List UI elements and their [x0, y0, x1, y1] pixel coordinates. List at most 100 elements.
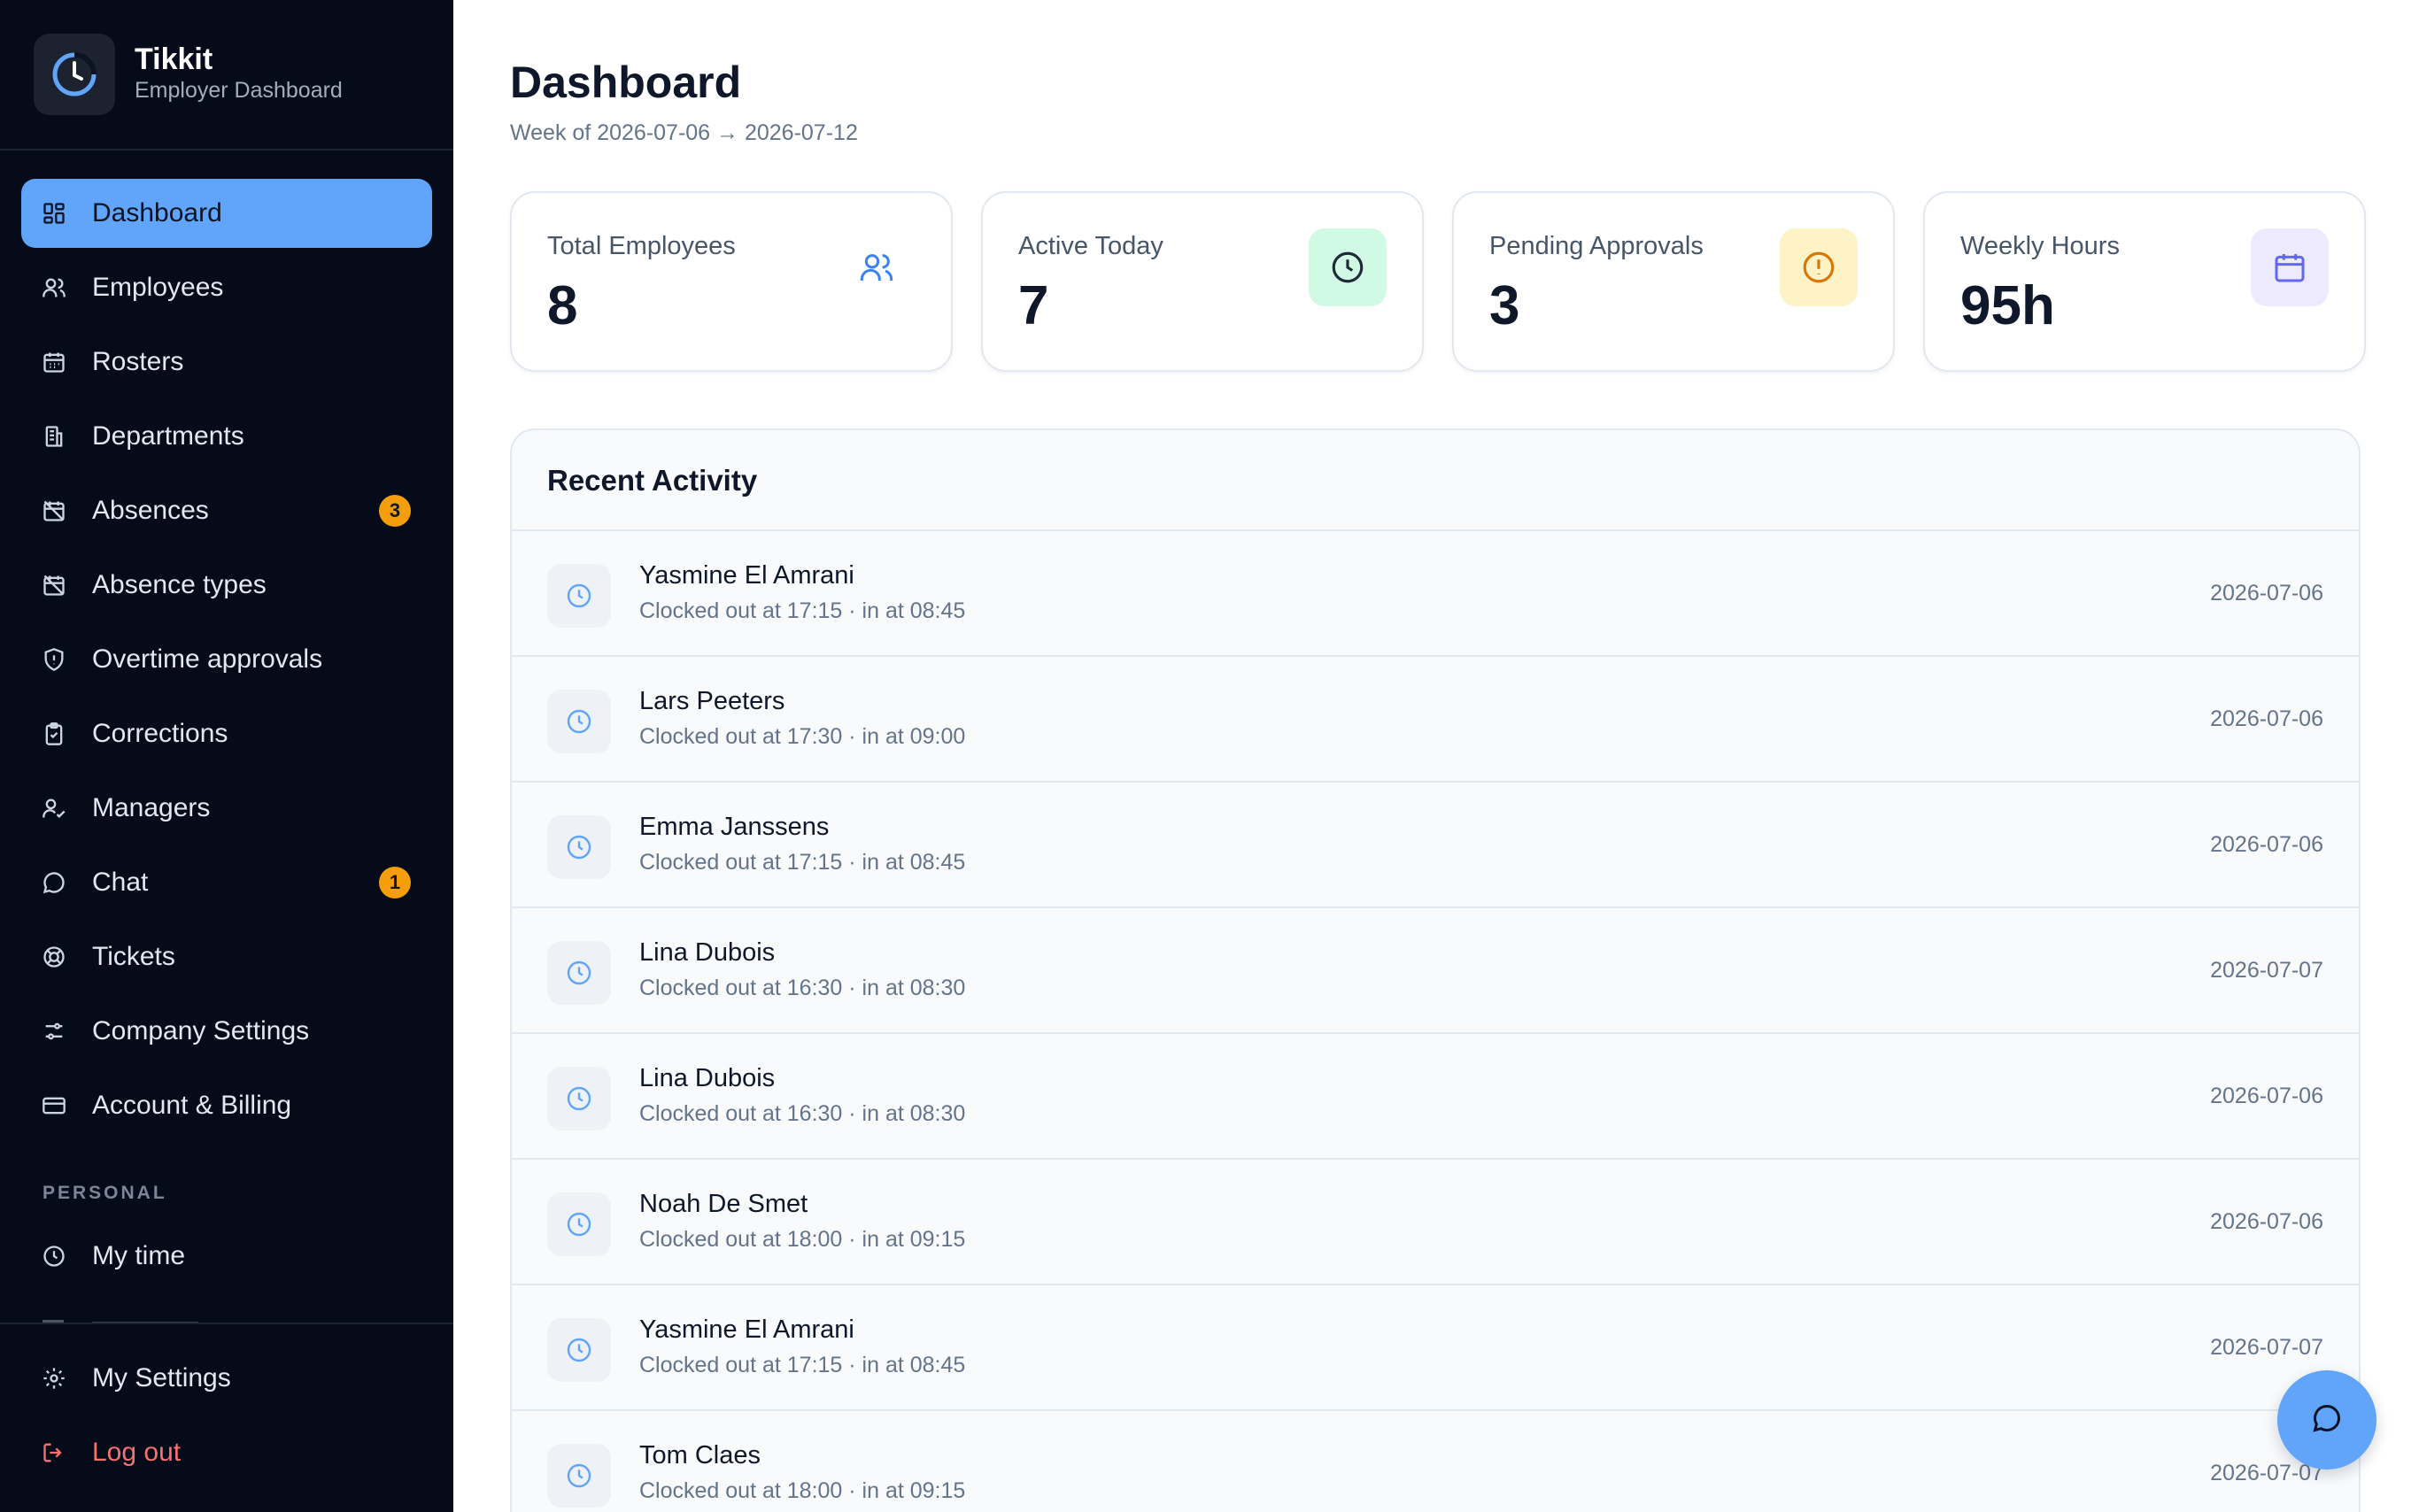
clock-icon	[547, 941, 611, 1005]
logout-button[interactable]: Log out	[21, 1418, 432, 1487]
employee-name: Tom Claes	[639, 1441, 761, 1470]
employee-name: Noah De Smet	[639, 1190, 808, 1218]
recent-activity-title: Recent Activity	[547, 464, 758, 497]
sidebar-item-dashboard[interactable]: Dashboard	[21, 179, 432, 248]
activity-date: 2026-07-07	[2210, 958, 2323, 983]
employee-name: Lina Dubois	[639, 938, 776, 967]
stat-card-total-employees: Total Employees 8	[510, 191, 953, 372]
sidebar-item-my-settings[interactable]: My Settings	[21, 1344, 432, 1413]
clock-icon	[547, 1067, 611, 1130]
sidebar-item-departments[interactable]: Departments	[21, 402, 432, 471]
stat-card-active-today: Active Today 7	[981, 191, 1424, 372]
employee-name: Yasmine El Amrani	[639, 561, 854, 590]
sidebar: Tikkit Employer Dashboard Dashboard Empl…	[0, 0, 453, 1512]
sidebar-item-overtime-approvals[interactable]: Overtime approvals	[21, 625, 432, 694]
logout-icon	[41, 1439, 67, 1466]
building-icon	[41, 423, 67, 450]
sidebar-item-label: Dashboard	[92, 198, 222, 228]
sidebar-item-label: My time	[92, 1241, 185, 1270]
shield-alert-icon	[41, 646, 67, 673]
activity-detail: Clocked out at 17:15 · in at 08:45	[639, 598, 966, 623]
stat-value: 3	[1489, 275, 1520, 336]
week-range: Week of 2026-07-06 → 2026-07-12	[510, 120, 858, 145]
sidebar-item-label: Absences	[92, 496, 209, 525]
stat-label: Pending Approvals	[1489, 232, 1704, 260]
sidebar-item-company-settings[interactable]: Company Settings	[21, 997, 432, 1066]
sidebar-item-label: Log out	[92, 1438, 182, 1467]
clock-icon	[41, 1243, 67, 1269]
sidebar-item-label: My Settings	[92, 1363, 231, 1392]
activity-date: 2026-07-06	[2210, 581, 2323, 606]
clock-icon	[547, 815, 611, 879]
clipboard-check-icon	[41, 721, 67, 747]
activity-detail: Clocked out at 16:30 · in at 08:30	[639, 976, 966, 1000]
clock-icon	[547, 690, 611, 753]
activity-row[interactable]: Tom Claes Clocked out at 18:00 · in at 0…	[512, 1411, 2359, 1512]
sidebar-item-label: Tickets	[92, 942, 175, 971]
activity-date: 2026-07-06	[2210, 832, 2323, 857]
sliders-icon	[41, 1018, 67, 1045]
calendar-off-icon	[41, 572, 67, 598]
stat-value: 95h	[1960, 275, 2055, 336]
calendar-off-icon	[41, 498, 67, 524]
activity-detail: Clocked out at 16:30 · in at 08:30	[639, 1101, 966, 1126]
users-icon	[41, 274, 67, 301]
scroll-peek-item	[43, 1315, 211, 1323]
clock-icon	[1309, 228, 1387, 306]
calendar-icon	[2251, 228, 2329, 306]
sidebar-item-label: Overtime approvals	[92, 644, 323, 674]
employee-name: Yasmine El Amrani	[639, 1315, 854, 1344]
activity-detail: Clocked out at 18:00 · in at 09:15	[639, 1478, 966, 1503]
activity-row[interactable]: Yasmine El Amrani Clocked out at 17:15 ·…	[512, 531, 2359, 657]
activity-row[interactable]: Lars Peeters Clocked out at 17:30 · in a…	[512, 657, 2359, 783]
page-title: Dashboard	[510, 58, 742, 107]
sidebar-item-chat[interactable]: Chat 1	[21, 848, 432, 917]
chat-icon	[41, 869, 67, 896]
clock-icon	[547, 1444, 611, 1508]
stat-label: Active Today	[1018, 232, 1163, 260]
employee-name: Emma Janssens	[639, 813, 830, 841]
calendar-grid-icon	[41, 349, 67, 375]
personal-section-title: PERSONAL	[43, 1183, 167, 1203]
activity-row[interactable]: Yasmine El Amrani Clocked out at 17:15 ·…	[512, 1285, 2359, 1411]
activity-row[interactable]: Noah De Smet Clocked out at 18:00 · in a…	[512, 1160, 2359, 1285]
sidebar-item-label: Corrections	[92, 719, 228, 748]
sidebar-item-label: Departments	[92, 421, 244, 451]
activity-row[interactable]: Lina Dubois Clocked out at 16:30 · in at…	[512, 1034, 2359, 1160]
sidebar-item-employees[interactable]: Employees	[21, 253, 432, 322]
clock-icon	[547, 1318, 611, 1382]
sidebar-item-managers[interactable]: Managers	[21, 774, 432, 843]
activity-detail: Clocked out at 17:30 · in at 09:00	[639, 724, 966, 749]
sidebar-item-account-billing[interactable]: Account & Billing	[21, 1071, 432, 1140]
sidebar-item-rosters[interactable]: Rosters	[21, 328, 432, 397]
app-subtitle: Employer Dashboard	[135, 78, 343, 103]
employee-name: Lars Peeters	[639, 687, 785, 715]
activity-date: 2026-07-06	[2210, 1084, 2323, 1108]
stat-label: Total Employees	[547, 232, 736, 260]
sidebar-item-tickets[interactable]: Tickets	[21, 922, 432, 991]
sidebar-item-label: Company Settings	[92, 1016, 310, 1045]
chat-count-badge: 1	[379, 867, 411, 899]
users-icon	[838, 228, 916, 306]
activity-row[interactable]: Emma Janssens Clocked out at 17:15 · in …	[512, 783, 2359, 908]
sidebar-item-label: Rosters	[92, 347, 184, 376]
sidebar-item-my-time[interactable]: My time	[21, 1222, 432, 1291]
activity-row[interactable]: Lina Dubois Clocked out at 16:30 · in at…	[512, 908, 2359, 1034]
credit-card-icon	[41, 1092, 67, 1119]
clock-logo-icon	[34, 34, 115, 115]
sidebar-item-label: Employees	[92, 273, 224, 302]
user-check-icon	[41, 795, 67, 822]
clock-icon	[547, 564, 611, 628]
stat-card-pending-approvals: Pending Approvals 3	[1452, 191, 1895, 372]
brand: Tikkit Employer Dashboard	[0, 0, 453, 150]
sidebar-item-absence-types[interactable]: Absence types	[21, 551, 432, 620]
chat-fab-button[interactable]	[2277, 1370, 2376, 1470]
grid-icon	[41, 200, 67, 227]
sidebar-item-absences[interactable]: Absences 3	[21, 476, 432, 545]
lifebuoy-icon	[41, 944, 67, 970]
gear-icon	[41, 1365, 67, 1392]
activity-detail: Clocked out at 17:15 · in at 08:45	[639, 1353, 966, 1377]
clock-icon	[547, 1192, 611, 1256]
sidebar-item-corrections[interactable]: Corrections	[21, 699, 432, 768]
stat-card-weekly-hours: Weekly Hours 95h	[1923, 191, 2366, 372]
